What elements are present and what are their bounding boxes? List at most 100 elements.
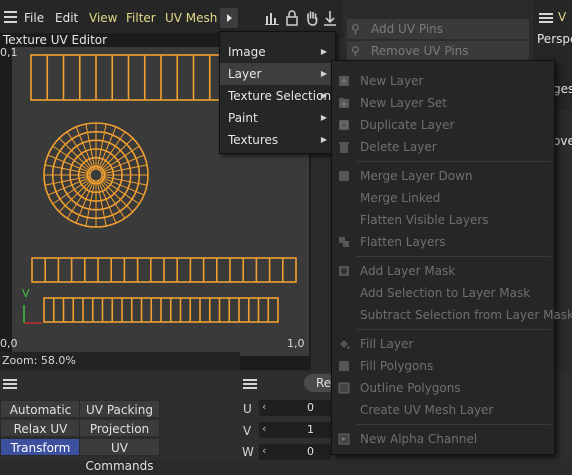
bar-chart-icon[interactable] [264, 10, 280, 26]
menu-item-label: Layer [228, 67, 262, 81]
menu-item-label: Image [228, 45, 266, 59]
merge-down-icon [339, 171, 349, 181]
menu-separator [356, 424, 551, 425]
menu-item-label: New Alpha Channel [360, 432, 478, 446]
menu-item-label: Merge Linked [360, 191, 441, 205]
menu-item-texture-selection[interactable]: Texture Selection ▶ [220, 85, 335, 107]
menu-icon[interactable] [3, 379, 17, 389]
chevron-right-icon [227, 14, 232, 22]
tab-transform[interactable]: Transform [0, 438, 81, 456]
hand-icon[interactable] [304, 10, 320, 26]
menu-file[interactable]: File [24, 9, 44, 27]
menu-item-label: Merge Layer Down [360, 169, 473, 183]
lock-icon[interactable] [284, 10, 300, 26]
add-uv-pins-label: Add UV Pins [371, 22, 444, 36]
u-label: U [243, 402, 252, 416]
menu-item-outline-polygons[interactable]: Outline Polygons [332, 377, 554, 399]
menu-item-fill-polygons[interactable]: Fill Polygons [332, 355, 554, 377]
tab-projection[interactable]: Projection [79, 419, 160, 437]
menu-icon[interactable] [539, 13, 553, 23]
menu-item-merge-layer-down[interactable]: Merge Layer Down [332, 165, 554, 187]
w-label: W [242, 445, 254, 459]
menu-item-fill-layer[interactable]: Fill Layer [332, 333, 554, 355]
menu-item-add-selection-to-layer-mask[interactable]: Add Selection to Layer Mask [332, 282, 554, 304]
menu-item-label: Subtract Selection from Layer Mask [360, 308, 572, 322]
menu-item-merge-linked[interactable]: Merge Linked [332, 187, 554, 209]
move-partial-label: ove [553, 134, 572, 148]
menu-separator [356, 329, 551, 330]
menu-item-label: Paint [228, 111, 258, 125]
layer-submenu: New Layer New Layer Set Duplicate Layer … [331, 60, 572, 455]
menu-view[interactable]: View [89, 9, 117, 27]
menu-item-label: Create UV Mesh Layer [360, 403, 494, 417]
uv-axes [23, 305, 42, 324]
tab-automatic-uv[interactable]: Automatic UV [0, 400, 81, 435]
v-axis-label: V [22, 287, 30, 300]
chevron-left-icon[interactable]: ‹ [262, 444, 266, 457]
duplicate-layer-icon [339, 120, 349, 130]
menu-item-label: Flatten Visible Layers [360, 213, 489, 227]
menu-item-subtract-selection-from-layer-mask[interactable]: Subtract Selection from Layer Mask [332, 304, 572, 326]
more-menus-button[interactable] [220, 8, 238, 28]
outline-polygons-icon [338, 382, 350, 394]
v-field[interactable]: ‹ 1 [259, 422, 331, 438]
menu-item-flatten-layers[interactable]: Flatten Layers [332, 231, 554, 253]
new-layer-set-icon [339, 98, 349, 108]
perspective-label: Perspe [537, 32, 572, 46]
menu-item-add-layer-mask[interactable]: Add Layer Mask [332, 260, 554, 282]
menu-item-label: Outline Polygons [360, 381, 461, 395]
v-value: 1 [307, 423, 314, 436]
menu-item-label: Flatten Layers [360, 235, 446, 249]
menu-item-new-layer[interactable]: New Layer [332, 70, 554, 92]
menu-separator [356, 256, 551, 257]
menu-item-label: Delete Layer [360, 140, 437, 154]
menu-uv-mesh[interactable]: UV Mesh [165, 9, 217, 27]
uv-island-strip-middle [31, 257, 297, 283]
menu-filter[interactable]: Filter [126, 9, 156, 27]
uv-tools-panel: Automatic UV UV Packing Relax UV Project… [0, 372, 240, 473]
menu-item-textures[interactable]: Textures ▶ [220, 129, 335, 151]
menu-item-label: New Layer [360, 74, 424, 88]
menu-item-paint[interactable]: Paint ▶ [220, 107, 335, 129]
menu-item-new-layer-set[interactable]: New Layer Set [332, 92, 554, 114]
u-value: 0 [307, 401, 314, 414]
tab-uv-commands[interactable]: UV Commands [79, 438, 160, 473]
submenu-arrow-icon: ▶ [320, 113, 327, 122]
remove-uv-pins-button[interactable]: ⚲ Remove UV Pins [347, 41, 529, 61]
uv-island-strip-top [30, 54, 227, 101]
menu-item-label: Fill Layer [360, 337, 414, 351]
menu-separator [356, 161, 551, 162]
submenu-arrow-icon: ▶ [320, 135, 327, 144]
u-field[interactable]: ‹ 0 [259, 400, 331, 416]
submenu-arrow-icon: ▶ [320, 47, 327, 56]
chevron-left-icon[interactable]: ‹ [262, 422, 266, 435]
menu-item-flatten-visible-layers[interactable]: Flatten Visible Layers [332, 209, 554, 231]
menu-item-duplicate-layer[interactable]: Duplicate Layer [332, 114, 554, 136]
menu-item-label: Add Layer Mask [360, 264, 456, 278]
menu-item-label: New Layer Set [360, 96, 447, 110]
menu-item-label: Textures [228, 133, 279, 147]
menu-item-create-uv-mesh-layer[interactable]: Create UV Mesh Layer [332, 399, 554, 421]
menu-item-image[interactable]: Image ▶ [220, 41, 335, 63]
move-down-icon[interactable] [322, 10, 338, 26]
hamburger-icon[interactable] [4, 11, 17, 23]
pin-icon: ⚲ [351, 22, 360, 36]
menu-item-new-alpha-channel[interactable]: New Alpha Channel [332, 428, 554, 450]
menu-icon[interactable] [243, 379, 257, 389]
uv-island-strip-bottom [43, 297, 279, 323]
tab-relax-uv[interactable]: Relax UV [0, 419, 81, 437]
menu-item-layer[interactable]: Layer ▶ [220, 63, 335, 85]
w-field[interactable]: ‹ 0 [259, 444, 331, 460]
w-value: 0 [307, 445, 314, 458]
layer-mask-icon [339, 266, 349, 276]
menu-edit[interactable]: Edit [55, 9, 78, 27]
uv-pins-panel: ⚲ Add UV Pins ⚲ Remove UV Pins [343, 15, 533, 65]
submenu-arrow-icon: ▶ [320, 69, 327, 78]
view-menu-label[interactable]: V [558, 10, 566, 24]
menu-item-delete-layer[interactable]: Delete Layer [332, 136, 554, 158]
chevron-left-icon[interactable]: ‹ [262, 400, 266, 413]
tab-uv-packing[interactable]: UV Packing [79, 400, 160, 418]
add-uv-pins-button[interactable]: ⚲ Add UV Pins [347, 19, 529, 39]
alpha-channel-icon [338, 433, 350, 445]
uv-mesh-more-menu: Image ▶ Layer ▶ Texture Selection ▶ Pain… [219, 31, 336, 154]
